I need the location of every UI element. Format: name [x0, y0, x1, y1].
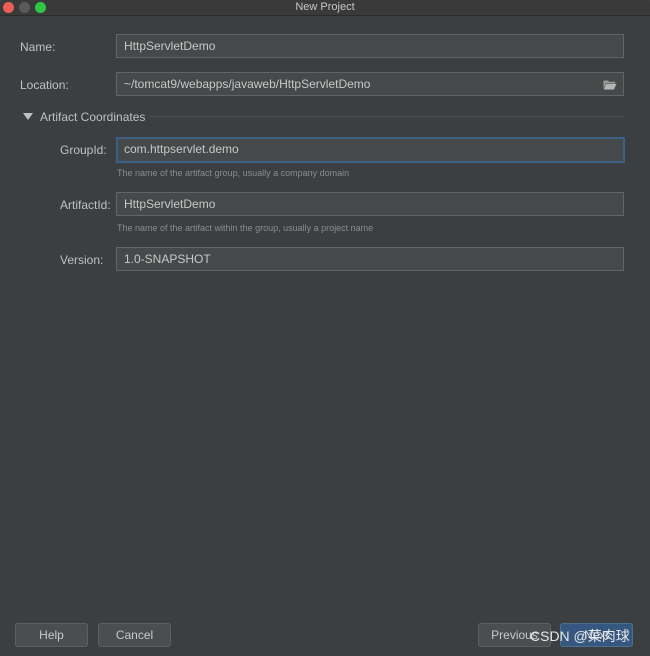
help-button[interactable]: Help — [15, 623, 88, 647]
title-bar: New Project — [0, 0, 650, 16]
artifactid-hint: The name of the artifact within the grou… — [117, 223, 374, 233]
name-input[interactable]: HttpServletDemo — [116, 34, 624, 58]
folder-open-icon[interactable] — [603, 79, 617, 90]
triangle-down-icon — [23, 113, 33, 120]
artifactid-input[interactable]: HttpServletDemo — [116, 192, 624, 216]
location-input[interactable]: ~/tomcat9/webapps/javaweb/HttpServletDem… — [116, 72, 624, 96]
version-label: Version: — [60, 253, 104, 267]
groupid-hint: The name of the artifact group, usually … — [117, 168, 350, 178]
name-label: Name: — [20, 40, 56, 54]
section-divider — [150, 116, 624, 117]
version-input[interactable]: 1.0-SNAPSHOT — [116, 247, 624, 271]
cancel-button[interactable]: Cancel — [98, 623, 171, 647]
location-label: Location: — [20, 78, 69, 92]
new-project-dialog: New Project Name: HttpServletDemo Locati… — [0, 0, 650, 656]
artifactid-label: ArtifactId: — [60, 198, 111, 212]
groupid-input[interactable]: com.httpservlet.demo — [116, 137, 625, 163]
section-title: Artifact Coordinates — [40, 110, 146, 124]
location-value: ~/tomcat9/webapps/javaweb/HttpServletDem… — [124, 77, 371, 91]
groupid-label: GroupId: — [60, 143, 107, 157]
window-title: New Project — [295, 1, 355, 13]
watermark-text: CSDN @菜肉球 — [530, 628, 630, 644]
